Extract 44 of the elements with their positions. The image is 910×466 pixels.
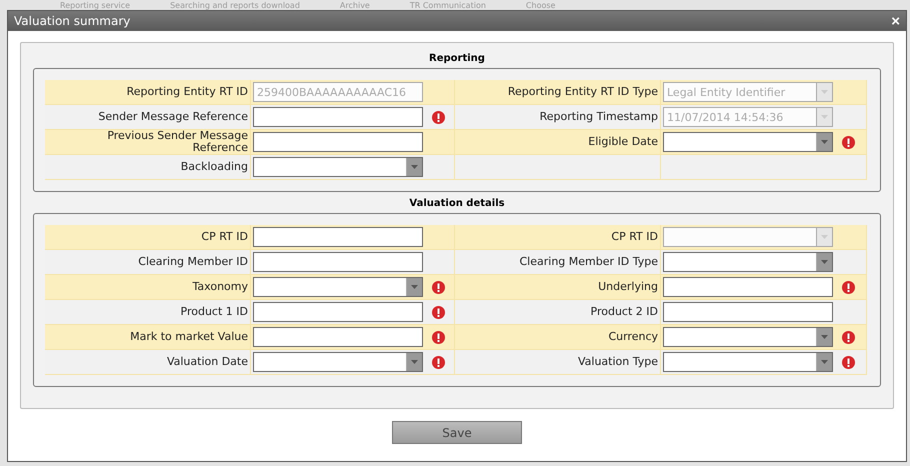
save-button[interactable]: Save — [392, 421, 522, 444]
input-field[interactable] — [253, 227, 423, 247]
background-tab-label: Archive — [340, 1, 370, 10]
input-field[interactable] — [253, 107, 423, 127]
field-label: Reporting Entity RT ID — [126, 86, 248, 98]
dropdown-field[interactable] — [663, 327, 833, 347]
dropdown-field[interactable] — [253, 157, 423, 177]
field-label: Product 2 ID — [590, 306, 658, 318]
field-label: Reporting Timestamp — [540, 111, 658, 123]
field-label: Taxonomy — [192, 281, 248, 293]
field-label: Eligible Date — [588, 136, 658, 148]
field-label: Product 1 ID — [180, 306, 248, 318]
input-field[interactable] — [253, 302, 423, 322]
background-tab-label: Choose — [526, 1, 556, 10]
input-field[interactable] — [253, 327, 423, 347]
field-label: CP RT ID — [201, 231, 248, 243]
input-field[interactable] — [253, 132, 423, 152]
field-label: Backloading — [180, 161, 248, 173]
field-label: Previous Sender Message Reference — [106, 130, 248, 154]
background-tab-label: Reporting service — [60, 1, 130, 10]
field-label: Valuation Type — [578, 356, 658, 368]
dropdown-field[interactable] — [253, 352, 423, 372]
field-label: Reporting Entity RT ID Type — [508, 86, 658, 98]
field-label: Underlying — [598, 281, 658, 293]
input-field[interactable] — [663, 277, 833, 297]
close-button[interactable]: × — [891, 14, 900, 28]
field-label: Clearing Member ID Type — [520, 256, 658, 268]
dropdown-field[interactable] — [663, 352, 833, 372]
input-field[interactable] — [663, 302, 833, 322]
field-label: Mark to market Value — [130, 331, 248, 343]
dropdown-field[interactable] — [663, 252, 833, 272]
field-label: Sender Message Reference — [98, 111, 248, 123]
dropdown-field[interactable] — [663, 132, 833, 152]
dropdown-field[interactable] — [253, 277, 423, 297]
field-label: CP RT ID — [611, 231, 658, 243]
section-title: Valuation details — [409, 198, 505, 209]
field-label: Clearing Member ID — [138, 256, 248, 268]
field-label: Valuation Date — [166, 356, 248, 368]
section-title: Reporting — [429, 53, 485, 64]
input-field[interactable] — [253, 252, 423, 272]
background-tab-label: TR Communication — [410, 1, 486, 10]
window-title: Valuation summary — [14, 14, 130, 28]
background-tab-label: Searching and reports download — [170, 1, 300, 10]
field-label: Currency — [608, 331, 658, 343]
